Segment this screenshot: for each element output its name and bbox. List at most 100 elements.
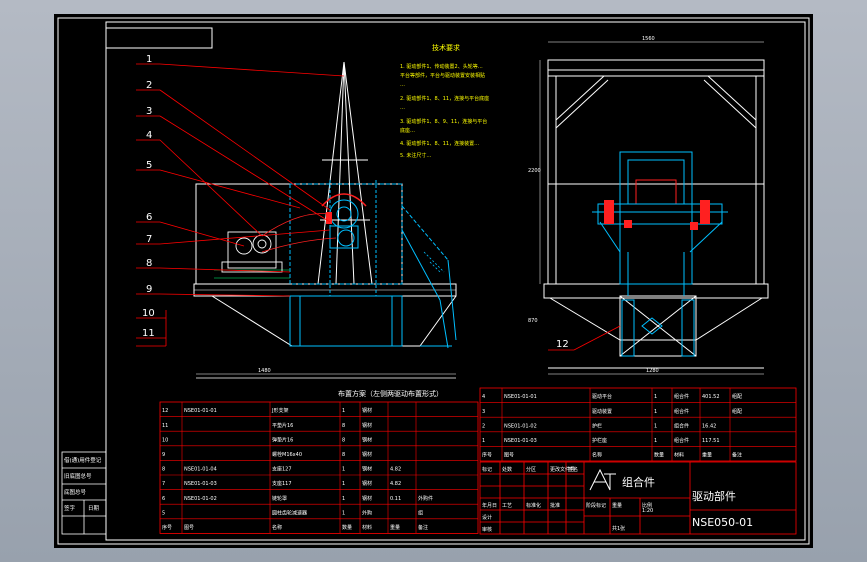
bom-cell: 11	[162, 423, 168, 429]
tb-label: 处数	[502, 466, 512, 473]
balloon: 2	[146, 80, 152, 91]
bom-header-cell: 图号	[504, 453, 514, 459]
note-line: 3. 驱动部件1、8、9、11，连接与平台	[400, 118, 487, 125]
bom-cell: 401.52	[702, 394, 720, 400]
balloon: 5	[146, 160, 152, 171]
note-line: 底座…	[400, 127, 415, 134]
tb-label: 阶段标记	[586, 502, 606, 509]
tb-label: 比例	[642, 502, 652, 509]
bom-cell: NSE01-01-02	[184, 496, 217, 502]
bom-cell: 8	[162, 467, 165, 473]
bom-cell: 16.42	[702, 423, 716, 429]
bom-header-cell: 重量	[702, 452, 712, 459]
bom-cell: NSE01-01-04	[184, 467, 217, 473]
strip-label: 借(通)用件登记	[64, 456, 102, 464]
bom-cell: 5	[162, 510, 165, 516]
bom-header-cell: 重量	[390, 524, 400, 531]
bom-cell: 护栏座	[592, 437, 607, 444]
tb-sheet: 共1张	[612, 525, 625, 532]
bom-cell: 弹垫片16	[272, 436, 293, 443]
bom-cell: 护栏	[592, 422, 602, 429]
bom-header-cell: 名称	[592, 452, 602, 459]
bom-cell: 组配	[732, 408, 742, 415]
bom-cell: 4.82	[390, 467, 401, 473]
bom-cell: 组合件	[674, 437, 689, 444]
drawing-sheet	[54, 14, 813, 548]
bom-header-cell: 序号	[482, 452, 492, 459]
bom-cell: 1	[342, 510, 345, 516]
bom-cell: 钢材	[362, 436, 372, 443]
bom-cell: 钢材	[362, 495, 372, 502]
balloon: 11	[142, 328, 155, 339]
bom-cell: 支座127	[272, 466, 292, 473]
bom-cell: 1	[654, 409, 657, 415]
bom-cell: 外购	[362, 509, 372, 516]
bom-cell: 3	[482, 409, 485, 415]
tb-label: 分区	[526, 466, 536, 473]
bom-cell: 组合件	[674, 408, 689, 415]
bom-header-cell: 材料	[674, 452, 684, 459]
bom-cell: 钢材	[362, 480, 372, 487]
dim-label: 870	[528, 318, 538, 324]
bom-cell: 组配	[732, 393, 742, 400]
bom-cell: 外购件	[418, 495, 433, 502]
note-line: 5. 未注尺寸…	[400, 152, 431, 159]
bom-cell: NSE01-01-01	[504, 394, 537, 400]
bom-header-cell: 图号	[184, 525, 194, 531]
bom-cell: NSE01-01-02	[504, 423, 537, 429]
balloon-12: 12	[556, 339, 569, 350]
bom-header-cell: 数量	[654, 452, 664, 459]
bom-cell: 1	[654, 394, 657, 400]
bom-cell: 组	[418, 509, 423, 516]
balloon: 9	[146, 284, 152, 295]
dim-label: 1480	[258, 368, 271, 374]
strip-label: 旧底图总号	[64, 472, 92, 480]
bom-cell: 8	[342, 423, 345, 429]
bom-header-cell: 名称	[272, 524, 282, 531]
dim-label: 1280	[646, 368, 659, 374]
bom-header-cell: 备注	[418, 524, 428, 531]
bom-cell: 圆柱齿轮减速器	[272, 509, 307, 516]
balloon: 6	[146, 212, 152, 223]
tb-label: 签名	[568, 466, 578, 473]
bom-cell: 4	[482, 394, 485, 400]
tb-drawing-no: NSE050-01	[692, 516, 753, 529]
dim-label: 1560	[642, 36, 655, 42]
strip-label: 日期	[88, 505, 100, 512]
bom-cell: 2	[482, 423, 485, 429]
bom-cell: 1	[342, 496, 345, 502]
notes-title: 技术要求	[432, 43, 460, 52]
bom-cell: NSE01-01-03	[184, 481, 217, 487]
tb-logo: 组合件	[622, 475, 655, 489]
balloon: 8	[146, 258, 152, 269]
bom-cell: 钢材	[362, 407, 372, 414]
bom-cell: 组合件	[674, 393, 689, 400]
tb-label: 批准	[550, 502, 560, 509]
bom-cell: 驱动装置	[592, 408, 612, 415]
bom-cell: 6	[162, 496, 165, 502]
bom-cell: NSE01-01-03	[504, 438, 537, 444]
balloon: 1	[146, 54, 152, 65]
bom-cell: 1	[482, 438, 485, 444]
bom-header-cell: 序号	[162, 524, 172, 531]
bom-cell: 12	[162, 408, 168, 414]
bom-cell: J形支架	[271, 407, 288, 414]
bom-cell: 驱动平台	[592, 393, 612, 400]
balloon: 7	[146, 234, 152, 245]
note-line: 平台等部件，平台与驱动装置安装相贴	[400, 72, 485, 79]
bom-cell: 钢材	[362, 451, 372, 458]
cad-drawing: 借(通)用件登记 旧底图总号 底图总号 签字 日期 1480 1 2 3 4 5…	[54, 14, 813, 548]
tb-label: 设计	[482, 514, 492, 521]
bom-cell: 8	[342, 437, 345, 443]
note-line: …	[400, 105, 405, 111]
balloon: 10	[142, 308, 155, 319]
bom-header-cell: 备注	[732, 452, 742, 459]
bom-cell: 7	[162, 481, 165, 487]
bom-cell: 螺栓M16x40	[272, 451, 302, 458]
bom-header-cell: 材料	[362, 524, 372, 531]
note-line: 2. 驱动部件1、8、11，连接与平台底座	[400, 95, 489, 102]
bom-cell: NSE01-01-01	[184, 408, 217, 414]
bom-cell: 9	[162, 452, 165, 458]
balloon: 3	[146, 106, 152, 117]
balloon: 4	[146, 130, 152, 141]
